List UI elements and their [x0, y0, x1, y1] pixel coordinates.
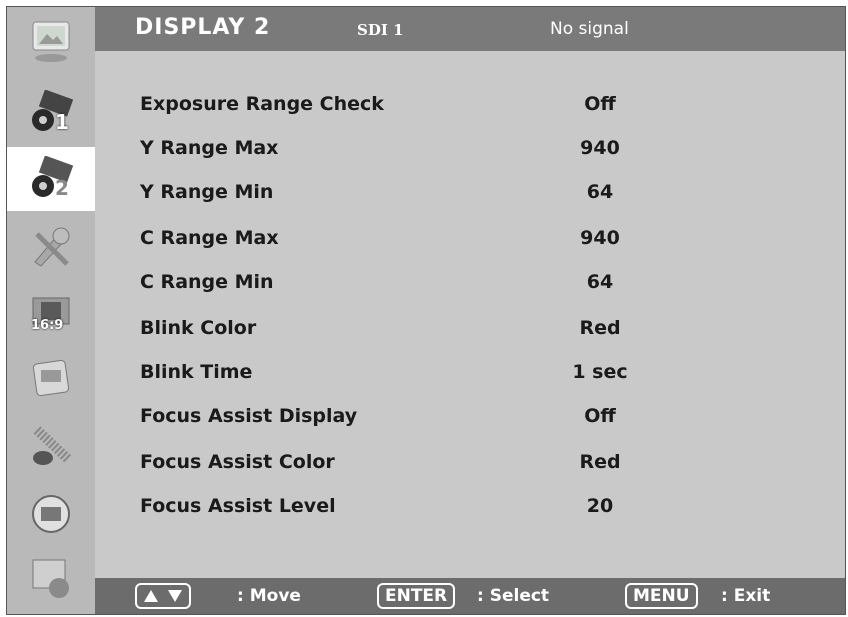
menu-list: Exposure Range Check Off Y Range Max 940… — [95, 51, 845, 581]
arrow-down-icon — [168, 590, 182, 602]
move-hint: : Move — [237, 586, 301, 606]
arrow-up-icon — [144, 590, 158, 602]
menu-label: Y Range Min — [140, 181, 274, 203]
move-key[interactable] — [135, 583, 191, 609]
menu-row-blink-time[interactable]: Blink Time 1 sec — [95, 353, 845, 397]
menu-value[interactable]: Red — [550, 317, 650, 339]
menu-label: Blink Color — [140, 317, 257, 339]
page-title: DISPLAY 2 — [135, 15, 271, 40]
sidebar-item-display-2[interactable]: 2 — [7, 147, 95, 211]
sidebar: 1 2 16:9 — [7, 7, 95, 614]
menu-label: Exposure Range Check — [140, 93, 384, 115]
menu-value[interactable]: 1 sec — [550, 361, 650, 383]
sidebar-item-audio[interactable] — [7, 415, 95, 479]
menu-value[interactable]: 20 — [550, 495, 650, 517]
menu-label: Focus Assist Color — [140, 451, 335, 473]
user-icon — [27, 556, 75, 602]
menu-value[interactable]: 64 — [550, 181, 650, 203]
display-2-icon: 2 — [27, 155, 75, 202]
menu-value[interactable]: Off — [550, 93, 650, 115]
menu-label: Focus Assist Level — [140, 495, 336, 517]
osd-icon — [27, 356, 75, 402]
menu-row-c-range-min[interactable]: C Range Min 64 — [95, 263, 845, 307]
setup-tools-icon — [27, 224, 75, 270]
osd-frame: 1 2 16:9 DISPLAY 2 SDI 1 No signal Expos… — [6, 6, 846, 615]
exit-hint: : Exit — [721, 586, 771, 606]
sidebar-item-display-1[interactable]: 1 — [7, 81, 95, 145]
enter-key[interactable]: ENTER — [377, 583, 456, 609]
sidebar-item-user[interactable] — [7, 547, 95, 611]
menu-footer: : Move ENTER : Select MENU : Exit — [95, 578, 845, 614]
menu-label: C Range Min — [140, 271, 274, 293]
menu-label: Y Range Max — [140, 137, 279, 159]
menu-row-focus-assist-color[interactable]: Focus Assist Color Red — [95, 443, 845, 487]
sidebar-badge: 2 — [55, 176, 69, 200]
menu-value[interactable]: 64 — [550, 271, 650, 293]
display-1-icon: 1 — [27, 89, 75, 136]
menu-row-focus-assist-display[interactable]: Focus Assist Display Off — [95, 397, 845, 441]
menu-header: DISPLAY 2 SDI 1 No signal — [95, 7, 845, 51]
input-source: SDI 1 — [357, 21, 404, 39]
menu-label: C Range Max — [140, 227, 279, 249]
sidebar-item-picture[interactable] — [7, 9, 95, 73]
sidebar-item-osd[interactable] — [7, 347, 95, 411]
menu-value[interactable]: 940 — [550, 137, 650, 159]
sidebar-item-system[interactable] — [7, 481, 95, 545]
audio-icon — [27, 424, 75, 470]
menu-label: Focus Assist Display — [140, 405, 358, 427]
menu-row-y-range-max[interactable]: Y Range Max 940 — [95, 129, 845, 173]
sidebar-item-aspect[interactable]: 16:9 — [7, 283, 95, 347]
sidebar-badge: 16:9 — [31, 318, 64, 333]
menu-row-y-range-min[interactable]: Y Range Min 64 — [95, 173, 845, 217]
menu-key[interactable]: MENU — [625, 583, 698, 609]
signal-status: No signal — [550, 19, 629, 39]
sidebar-item-setup[interactable] — [7, 215, 95, 279]
select-hint: : Select — [477, 586, 550, 606]
menu-value[interactable]: Red — [550, 451, 650, 473]
picture-icon — [27, 18, 75, 64]
menu-value[interactable]: 940 — [550, 227, 650, 249]
menu-label: Blink Time — [140, 361, 253, 383]
menu-value[interactable]: Off — [550, 405, 650, 427]
system-icon — [27, 490, 75, 536]
menu-row-blink-color[interactable]: Blink Color Red — [95, 309, 845, 353]
menu-row-c-range-max[interactable]: C Range Max 940 — [95, 219, 845, 263]
sidebar-badge: 1 — [55, 110, 69, 134]
menu-row-focus-assist-level[interactable]: Focus Assist Level 20 — [95, 487, 845, 531]
menu-row-exposure-range-check[interactable]: Exposure Range Check Off — [95, 85, 845, 129]
aspect-ratio-icon: 16:9 — [27, 292, 75, 338]
